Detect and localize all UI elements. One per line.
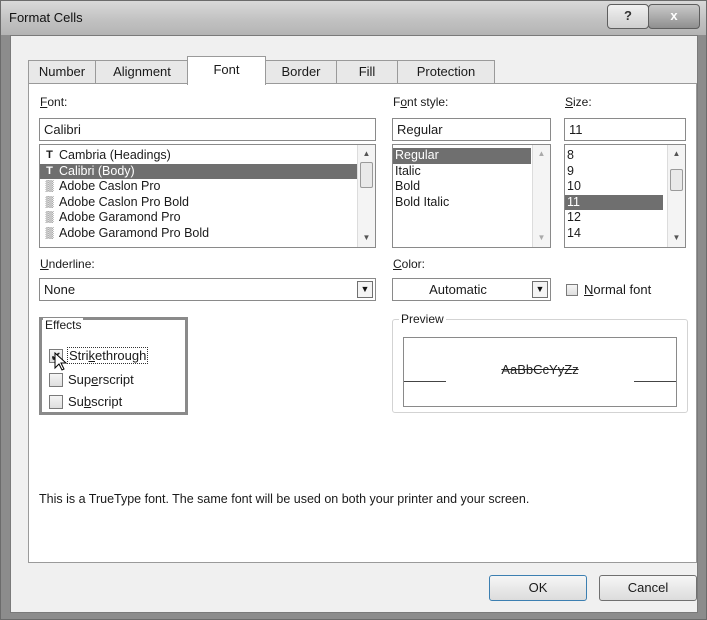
- preview-baseline-left: [404, 381, 446, 382]
- size-list[interactable]: 8 9 10 11 12 14 ▲ ▼: [564, 144, 686, 248]
- list-item[interactable]: ▒ Adobe Garamond Pro: [40, 210, 358, 226]
- font-style-input[interactable]: Regular: [392, 118, 551, 141]
- list-item[interactable]: 12: [565, 210, 663, 226]
- list-item[interactable]: ▒ Adobe Caslon Pro: [40, 179, 358, 195]
- list-item[interactable]: ▒ Adobe Garamond Pro Bold: [40, 226, 358, 242]
- truetype-info-text: This is a TrueType font. The same font w…: [39, 492, 530, 506]
- scroll-thumb[interactable]: [360, 162, 373, 188]
- close-button[interactable]: x: [648, 4, 700, 29]
- subscript-label[interactable]: Subscript: [68, 394, 122, 409]
- list-item-selected[interactable]: T Calibri (Body): [40, 163, 358, 179]
- font-name-input[interactable]: Calibri: [39, 118, 376, 141]
- normal-font-label[interactable]: Normal font: [584, 282, 651, 297]
- color-value: Automatic: [429, 282, 487, 297]
- scroll-up-icon[interactable]: ▲: [533, 147, 550, 161]
- close-icon: x: [670, 8, 678, 23]
- scroll-down-icon[interactable]: ▼: [358, 231, 375, 245]
- truetype-icon: T: [46, 149, 53, 162]
- chevron-down-icon[interactable]: ▼: [357, 281, 373, 298]
- truetype-icon: T: [46, 164, 53, 177]
- underline-select[interactable]: None ▼: [39, 278, 376, 301]
- preview-title: Preview: [399, 312, 446, 326]
- scroll-up-icon[interactable]: ▲: [668, 147, 685, 161]
- subscript-checkbox[interactable]: [49, 395, 63, 409]
- format-cells-dialog: Format Cells ? x Number Alignment Font B…: [0, 0, 707, 620]
- underline-value: None: [44, 282, 76, 297]
- strikethrough-label[interactable]: Strikethrough: [67, 347, 149, 364]
- dialog-client-area: Number Alignment Font Border Fill Protec…: [10, 35, 698, 613]
- scroll-down-icon[interactable]: ▼: [533, 231, 550, 245]
- tab-protection[interactable]: Protection: [397, 60, 495, 84]
- window-title: Format Cells: [9, 10, 83, 25]
- list-item[interactable]: 10: [565, 179, 663, 195]
- list-item-selected[interactable]: 11: [565, 194, 663, 210]
- tab-font[interactable]: Font: [187, 56, 266, 85]
- tab-border[interactable]: Border: [265, 60, 337, 84]
- font-style-list[interactable]: Regular Italic Bold Bold Italic ▲ ▼: [392, 144, 551, 248]
- color-select[interactable]: Automatic ▼: [392, 278, 551, 301]
- superscript-checkbox[interactable]: [49, 373, 63, 387]
- list-item[interactable]: 14: [565, 226, 663, 242]
- chevron-down-icon[interactable]: ▼: [532, 281, 548, 298]
- scroll-up-icon[interactable]: ▲: [358, 147, 375, 161]
- size-input[interactable]: 11: [564, 118, 686, 141]
- font-list-scrollbar[interactable]: ▲ ▼: [357, 145, 375, 247]
- list-item[interactable]: ▒ Adobe Caslon Pro Bold: [40, 195, 358, 211]
- underline-label: Underline:: [40, 257, 95, 271]
- tab-number[interactable]: Number: [28, 60, 96, 84]
- font-list[interactable]: T Cambria (Headings) T Calibri (Body) ▒ Ado…: [39, 144, 376, 248]
- size-label: Size:: [565, 95, 592, 109]
- list-item[interactable]: 8: [565, 148, 663, 164]
- help-icon: ?: [624, 8, 632, 23]
- color-label: Color:: [393, 257, 426, 271]
- list-item[interactable]: T Cambria (Headings): [40, 148, 358, 164]
- mouse-cursor-icon: [54, 352, 68, 371]
- size-list-scrollbar[interactable]: ▲ ▼: [667, 145, 685, 247]
- scroll-down-icon[interactable]: ▼: [668, 231, 685, 245]
- list-item-selected[interactable]: Regular: [393, 148, 531, 164]
- tab-alignment[interactable]: Alignment: [95, 60, 189, 84]
- list-item[interactable]: Bold: [393, 179, 531, 195]
- superscript-label[interactable]: Superscript: [68, 372, 134, 387]
- preview-box: AaBbCcYyZz: [403, 337, 677, 407]
- list-item[interactable]: Bold Italic: [393, 195, 531, 211]
- font-style-label: Font style:: [393, 95, 449, 109]
- font-tab-panel: Font: Calibri T Cambria (Headings) T Calib…: [28, 83, 697, 563]
- opentype-icon: ▒: [45, 226, 54, 239]
- opentype-icon: ▒: [45, 180, 54, 193]
- effects-group: Effects ✔ Strikethrough Superscript Subs…: [39, 317, 188, 415]
- font-style-scrollbar[interactable]: ▲ ▼: [532, 145, 550, 247]
- cancel-button[interactable]: Cancel: [599, 575, 697, 601]
- opentype-icon: ▒: [45, 211, 54, 224]
- help-button[interactable]: ?: [607, 4, 649, 29]
- normal-font-checkbox[interactable]: [566, 284, 578, 296]
- list-item[interactable]: 9: [565, 164, 663, 180]
- preview-baseline-right: [634, 381, 676, 382]
- font-label: Font:: [40, 95, 68, 109]
- title-bar[interactable]: Format Cells ? x: [1, 1, 706, 35]
- tab-fill[interactable]: Fill: [336, 60, 398, 84]
- list-item[interactable]: Italic: [393, 164, 531, 180]
- preview-sample-text: AaBbCcYyZz: [501, 362, 579, 377]
- preview-group: Preview AaBbCcYyZz: [392, 312, 688, 413]
- ok-button[interactable]: OK: [489, 575, 587, 601]
- scroll-thumb[interactable]: [670, 169, 683, 191]
- effects-title: Effects: [43, 318, 84, 332]
- opentype-icon: ▒: [45, 195, 54, 208]
